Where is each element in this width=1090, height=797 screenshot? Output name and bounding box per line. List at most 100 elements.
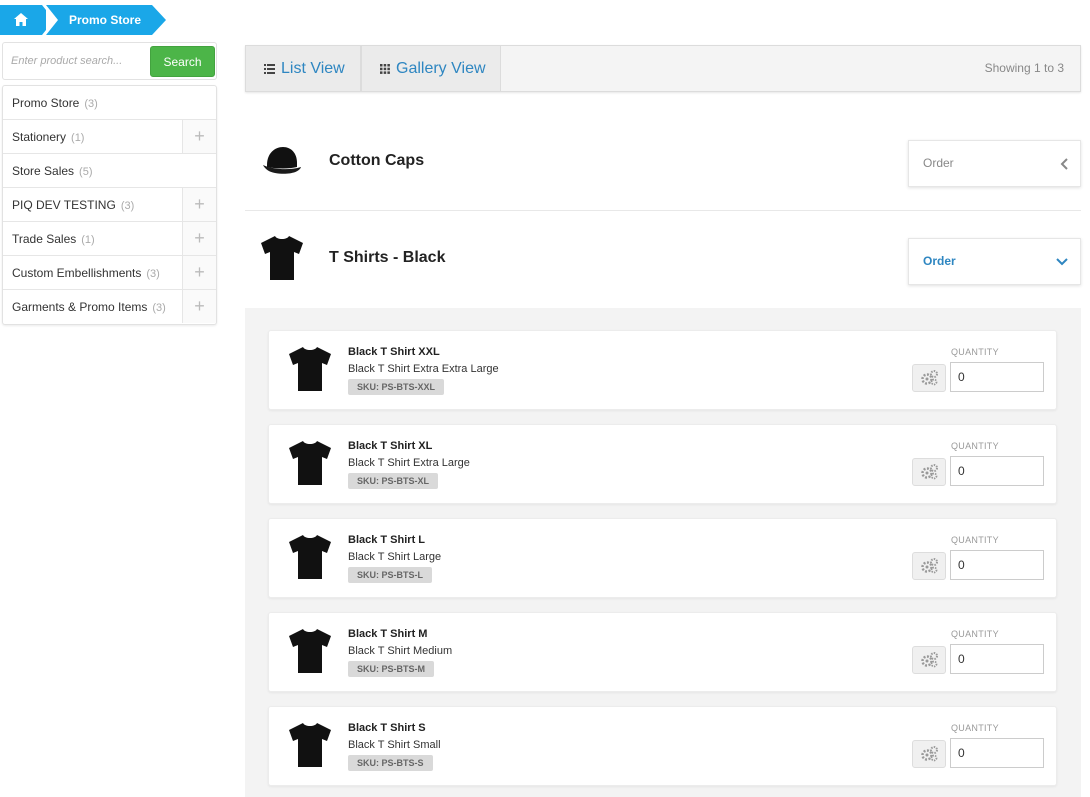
tshirt-image — [261, 236, 303, 280]
list-item: Black T Shirt S Black T Shirt Small SKU:… — [268, 706, 1057, 786]
grid-icon — [380, 64, 390, 74]
sidebar-item-label: Stationery — [12, 130, 67, 144]
sku-badge: SKU: PS-BTS-XXL — [348, 379, 445, 395]
search-input[interactable] — [7, 47, 147, 75]
quantity-label: QUANTITY — [951, 723, 999, 733]
breadcrumb: Promo Store — [0, 5, 170, 35]
sidebar-item-trade-sales[interactable]: Trade Sales (1) + — [3, 222, 216, 256]
product-title: T Shirts - Black — [329, 249, 446, 266]
product-title: Cotton Caps — [329, 152, 425, 169]
variant-name: Black T Shirt M — [348, 628, 428, 640]
gears-icon — [921, 464, 938, 480]
sidebar-item-label: Store Sales — [12, 164, 75, 178]
sidebar-item-label: Custom Embellishments — [12, 266, 142, 280]
sku-badge: SKU: PS-BTS-S — [348, 755, 433, 771]
category-sidebar: Promo Store (3) Stationery (1) + Store Sal… — [2, 85, 217, 325]
product-row-tshirts-black: T Shirts - Black Order — [245, 212, 1081, 308]
tshirt-image — [289, 723, 331, 767]
quantity-label: QUANTITY — [951, 441, 999, 451]
options-button[interactable] — [912, 364, 946, 392]
sidebar-item-label: Garments & Promo Items — [12, 300, 148, 314]
order-toggle-button[interactable]: Order — [908, 238, 1081, 285]
variant-list: Black T Shirt XXL Black T Shirt Extra Ex… — [245, 308, 1081, 797]
list-item: Black T Shirt M Black T Shirt Medium SKU… — [268, 612, 1057, 692]
plus-icon[interactable]: + — [182, 120, 216, 153]
order-label: Order — [923, 156, 954, 170]
options-button[interactable] — [912, 740, 946, 768]
sidebar-item-count: (3) — [84, 98, 98, 110]
view-toolbar: List View Gallery View Showing 1 to 3 — [245, 45, 1081, 92]
sidebar-item-stationery[interactable]: Stationery (1) + — [3, 120, 216, 154]
options-button[interactable] — [912, 458, 946, 486]
home-icon — [14, 13, 28, 26]
plus-icon[interactable]: + — [182, 256, 216, 289]
product-row-cotton-caps: Cotton Caps Order — [245, 115, 1081, 211]
variant-description: Black T Shirt Medium — [348, 645, 453, 657]
sidebar-item-promo-store[interactable]: Promo Store (3) — [3, 86, 216, 120]
breadcrumb-home[interactable] — [0, 5, 42, 35]
gears-icon — [921, 746, 938, 762]
quantity-label: QUANTITY — [951, 535, 999, 545]
search-box: Search — [2, 42, 217, 80]
plus-icon[interactable]: + — [182, 222, 216, 255]
variant-name: Black T Shirt L — [348, 534, 426, 546]
sidebar-item-count: (3) — [120, 200, 135, 212]
variant-description: Black T Shirt Small — [348, 739, 441, 751]
sidebar-item-custom-embellishments[interactable]: Custom Embellishments (3) + — [3, 256, 216, 290]
tshirt-image — [289, 347, 331, 391]
plus-icon[interactable]: + — [182, 188, 216, 221]
sidebar-item-label: Trade Sales — [12, 232, 77, 246]
gallery-view-button[interactable]: Gallery View — [361, 46, 501, 91]
sidebar-item-count: (5) — [79, 166, 93, 178]
sidebar-item-count: (3) — [152, 302, 166, 314]
list-view-label: List View — [281, 60, 345, 77]
sidebar-item-store-sales[interactable]: Store Sales (5) — [3, 154, 216, 188]
list-icon — [264, 64, 275, 74]
list-item: Black T Shirt XXL Black T Shirt Extra Ex… — [268, 330, 1057, 410]
tshirt-image — [289, 441, 331, 485]
plus-icon[interactable]: + — [182, 290, 216, 323]
variant-description: Black T Shirt Large — [348, 551, 442, 563]
variant-name: Black T Shirt S — [348, 722, 426, 734]
sidebar-item-count: (1) — [71, 132, 85, 144]
search-button[interactable]: Search — [150, 46, 215, 77]
order-toggle-button[interactable]: Order — [908, 140, 1081, 187]
results-count: Showing 1 to 3 — [984, 61, 1064, 75]
quantity-label: QUANTITY — [951, 347, 999, 357]
sidebar-item-label: PIQ DEV TESTING — [12, 198, 116, 212]
quantity-input[interactable] — [950, 644, 1044, 674]
tshirt-image — [289, 629, 331, 673]
sidebar-item-label: Promo Store — [12, 96, 80, 110]
quantity-input[interactable] — [950, 738, 1044, 768]
breadcrumb-current[interactable]: Promo Store — [46, 5, 152, 35]
order-label: Order — [923, 254, 956, 268]
variant-name: Black T Shirt XXL — [348, 346, 440, 358]
chevron-down-icon — [1056, 239, 1068, 284]
quantity-label: QUANTITY — [951, 629, 999, 639]
variant-name: Black T Shirt XL — [348, 440, 433, 452]
sidebar-item-count: (1) — [81, 234, 95, 246]
quantity-input[interactable] — [950, 362, 1044, 392]
quantity-input[interactable] — [950, 456, 1044, 486]
gears-icon — [921, 558, 938, 574]
options-button[interactable] — [912, 552, 946, 580]
quantity-input[interactable] — [950, 550, 1044, 580]
list-view-button[interactable]: List View — [246, 46, 361, 91]
tshirt-image — [289, 535, 331, 579]
variant-description: Black T Shirt Extra Large — [348, 457, 470, 469]
list-item: Black T Shirt XL Black T Shirt Extra Lar… — [268, 424, 1057, 504]
sidebar-item-piq-dev-testing[interactable]: PIQ DEV TESTING (3) + — [3, 188, 216, 222]
gears-icon — [921, 652, 938, 668]
sidebar-item-count: (3) — [146, 268, 160, 280]
sku-badge: SKU: PS-BTS-L — [348, 567, 432, 583]
chevron-left-icon — [1060, 141, 1068, 188]
sidebar-item-garments-promo[interactable]: Garments & Promo Items (3) + — [3, 290, 216, 324]
gallery-view-label: Gallery View — [396, 60, 486, 77]
cap-image — [263, 147, 301, 174]
sku-badge: SKU: PS-BTS-M — [348, 661, 434, 677]
options-button[interactable] — [912, 646, 946, 674]
breadcrumb-arrow — [152, 5, 166, 35]
gears-icon — [921, 370, 938, 386]
list-item: Black T Shirt L Black T Shirt Large SKU:… — [268, 518, 1057, 598]
variant-description: Black T Shirt Extra Extra Large — [348, 363, 499, 375]
